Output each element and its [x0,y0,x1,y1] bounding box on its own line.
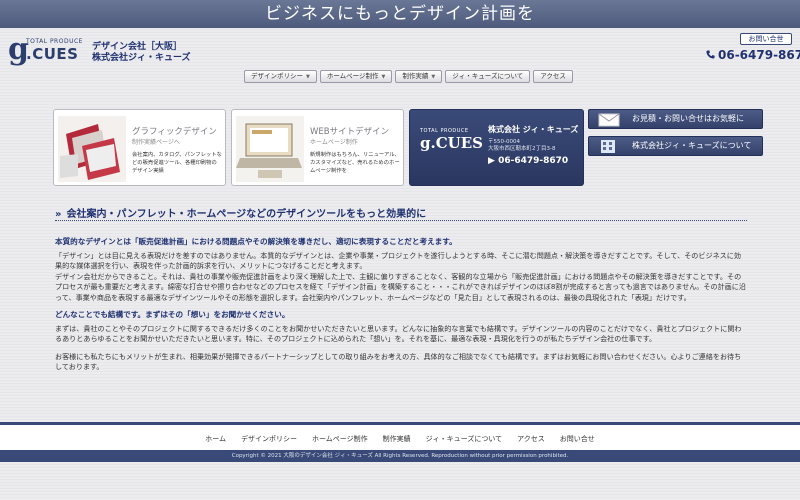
nav-label: 制作実績 [402,72,429,80]
content-heading-1: 本質的なデザインとは「販売促進計画」における問題点やその解決策を導きだし、適切に… [55,237,457,246]
global-nav: デザインポリシー ▼ ホームページ制作 ▼ 制作実績 ▼ ジィ・キューズについて アク… [244,70,573,83]
company-card[interactable]: TOTAL PRODUCE g.CUES 株式会社 ジィ・キューズ 〒550-0… [409,109,584,186]
nav-works[interactable]: 制作実績 ▼ [395,70,443,83]
card-company-name: 株式会社 ジィ・キューズ [488,125,579,134]
footer-link-about[interactable]: ジィ・キューズについて [426,434,502,450]
footer-link-home[interactable]: ホーム [205,434,226,450]
banner-description: 会社案内、カタログ、パンフレットなどの販売促進ツール、各種印刷物のデザイン実績 [132,152,222,174]
banner-subtitle: 制作実績ページへ [132,139,180,146]
about-company-label: 株式会社ジィ・キューズについて [632,141,752,150]
main-content: 本質的なデザインとは「販売促進計画」における問題点やその解決策を導きだし、適切に… [55,237,748,380]
top-banner-text: ビジネスにもっとデザイン計画を [265,4,535,24]
copyright: Copyright © 2021 大阪のデザイン会社 ジィ・キューズ All R… [0,450,800,462]
banner-title: グラフィックデザイン [132,127,217,137]
content-paragraph-1b: デザイン会社だからできること。それは、貴社の事業や販売促進計画をより深く理解した… [55,271,746,302]
content-heading-2: どんなことでも結構です。まずはその「想い」をお聞かせください。 [55,310,290,319]
quote-inquiry-button[interactable]: お見積・お問い合せはお気軽に [588,109,763,129]
company-name: デザイン会社［大阪］ 株式会社ジィ・キューズ [92,42,191,64]
card-addr: 大阪市西区靭本町2丁目3-8 [488,146,556,152]
double-chevron-icon: » [55,209,62,220]
nav-label: アクセス [540,72,566,80]
top-banner: ビジネスにもっとデザイン計画を [0,0,800,28]
laptop-image [236,116,304,182]
nav-label: ホームページ制作 [326,72,379,80]
brochure-image [58,116,126,182]
nav-label: ジィ・キューズについて [452,72,524,80]
nav-design-policy[interactable]: デザインポリシー ▼ [244,70,317,83]
card-phone: ▶ 06-6479-8670 [488,156,569,166]
logo-name: .CUES [26,45,79,63]
footer-nav: ホーム デザインポリシー ホームページ制作 制作実績 ジィ・キューズについて ア… [0,422,800,450]
header-phone[interactable]: 06-6479-8670 [706,48,800,62]
chevron-down-icon: ▼ [381,74,386,80]
inquiry-label: お問い合世 [748,35,784,43]
section-heading-text: 会社案内・パンフレット・ホームページなどのデザインツールをもっと効果的に [66,209,427,220]
quote-inquiry-label: お見積・お問い合せはお気軽に [632,114,744,123]
chevron-down-icon: ▼ [431,74,436,80]
footer-link-works[interactable]: 制作実績 [383,434,411,450]
footer-link-inquiry[interactable]: お問い合せ [560,434,595,450]
envelope-icon [598,113,620,127]
banner-subtitle: ホームページ制作 [310,139,358,146]
site-logo[interactable]: g TOTAL PRODUCE .CUES [8,32,88,67]
section-heading: » 会社案内・パンフレット・ホームページなどのデザインツールをもっと効果的に [55,205,747,221]
company-line1: デザイン会社［大阪］ [92,42,183,52]
footer-link-access[interactable]: アクセス [517,434,545,450]
banner-title: WEBサイトデザイン [310,127,390,137]
header-inquiry-button[interactable]: お問い合世 [740,33,792,45]
card-phone-number: 06-6479-8670 [498,156,569,166]
nav-homepage[interactable]: ホームページ制作 ▼ [319,70,393,83]
banner-description: 新規制作はもちろん、リニューアル、カスタマイズなど、売れるためのホームページ制作… [310,152,400,174]
content-paragraph-1: 「デザイン」とは目に見える表現だけを差すのではありません。本質的なデザインとは、… [55,250,741,271]
content-paragraph-2: まずは、貴社のことやそのプロジェクトに関するできるだけ多くのことをお聞かせいただ… [55,323,742,344]
card-logo-name: g.CUES [420,134,483,152]
banner-web-design[interactable]: WEBサイトデザイン ホームページ制作 新規制作はもちろん、リニューアル、カスタ… [231,109,404,186]
content-paragraph-3: お客様にも私たちにもメリットが生まれ、相乗効果が発揮できるパートナーシップとして… [55,351,742,372]
chevron-down-icon: ▼ [306,74,310,80]
banner-graphic-design[interactable]: グラフィックデザイン 制作実績ページへ 会社案内、カタログ、パンフレットなどの販… [53,109,226,186]
phone-icon [706,50,715,59]
nav-label: デザインポリシー [251,72,303,80]
footer-link-homepage[interactable]: ホームページ制作 [312,434,368,450]
building-icon [601,140,615,153]
card-zip: 〒550-0004 [488,139,520,145]
nav-about[interactable]: ジィ・キューズについて [445,70,531,83]
phone-number: 06-6479-8670 [718,48,800,62]
footer-link-design-policy[interactable]: デザインポリシー [241,434,297,450]
logo-tagline: TOTAL PRODUCE [26,38,83,45]
nav-access[interactable]: アクセス [533,70,573,83]
about-company-button[interactable]: 株式会社ジィ・キューズについて [588,136,763,156]
card-logo: TOTAL PRODUCE g.CUES [420,128,483,152]
card-address: 〒550-0004 大阪市西区靭本町2丁目3-8 [488,139,555,153]
company-line2: 株式会社ジィ・キューズ [92,53,191,63]
